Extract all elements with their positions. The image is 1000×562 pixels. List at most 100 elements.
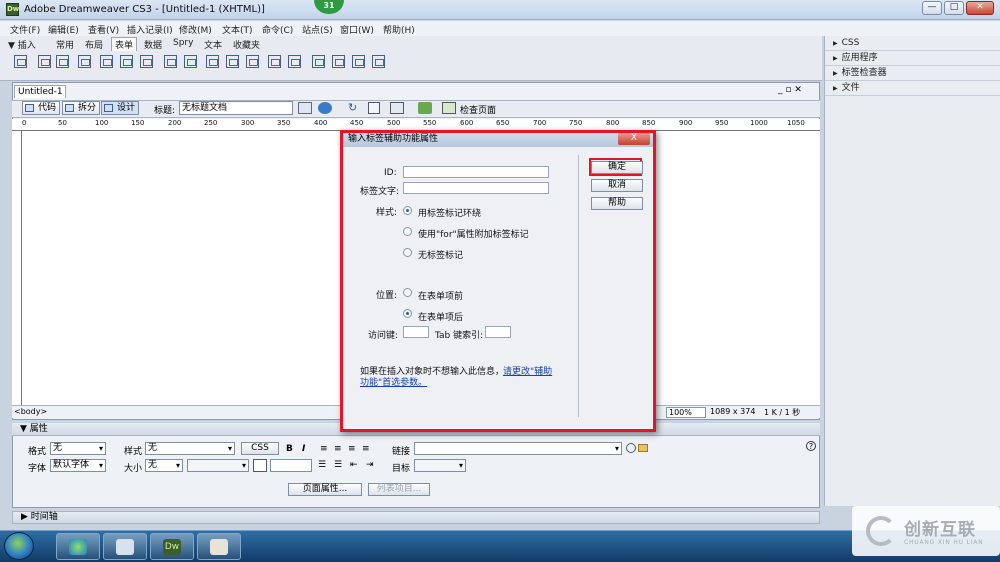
tab-data[interactable]: 数据	[144, 38, 162, 51]
hidden-field-icon[interactable]	[56, 55, 69, 68]
tab-text[interactable]: 文本	[204, 38, 222, 51]
link-input[interactable]	[414, 442, 622, 455]
file-field-icon[interactable]	[226, 55, 239, 68]
insert-panel-title[interactable]: ▼ 插入	[8, 38, 36, 51]
spry-validation-select-icon[interactable]	[332, 55, 345, 68]
help-icon[interactable]: ?	[806, 441, 816, 451]
italic-button[interactable]: I	[302, 444, 305, 454]
indent-icon[interactable]: ⇥	[366, 460, 374, 470]
jump-menu-icon[interactable]	[184, 55, 197, 68]
document-window-controls[interactable]: _ ▫ ✕	[778, 85, 802, 95]
window-size[interactable]: 1089 x 374	[710, 407, 755, 416]
menu-edit[interactable]: 编辑(E)	[48, 23, 79, 36]
tab-spry[interactable]: Spry	[173, 38, 193, 48]
view-options-icon[interactable]	[368, 102, 380, 114]
browse-folder-icon[interactable]	[638, 444, 648, 452]
tab-index-input[interactable]	[485, 326, 511, 338]
menu-help[interactable]: 帮助(H)	[383, 23, 415, 36]
tab-favorites[interactable]: 收藏夹	[233, 38, 260, 51]
menu-site[interactable]: 站点(S)	[302, 23, 333, 36]
menu-insert[interactable]: 插入记录(I)	[127, 23, 173, 36]
textarea-icon[interactable]	[78, 55, 91, 68]
align-left-icon[interactable]: ≡	[320, 444, 328, 454]
preferences-link-continued[interactable]: 功能"首选参数。	[360, 375, 427, 388]
split-view-button[interactable]: 拆分	[62, 101, 101, 115]
panel-css[interactable]: ▶ CSS	[825, 36, 1000, 51]
zoom-select[interactable]: 100%	[666, 407, 706, 418]
position-after-radio[interactable]	[403, 309, 412, 318]
css-button[interactable]: CSS	[241, 442, 279, 455]
style-wrap-radio[interactable]	[403, 206, 412, 215]
fieldset-icon[interactable]	[288, 55, 301, 68]
check-page-icon[interactable]	[442, 102, 456, 114]
tab-common[interactable]: 常用	[56, 38, 74, 51]
start-button[interactable]	[4, 532, 34, 560]
tab-forms[interactable]: 表单	[111, 37, 138, 51]
list-menu-icon[interactable]	[164, 55, 177, 68]
page-properties-button[interactable]: 页面属性...	[288, 483, 362, 496]
style-select[interactable]: 无	[145, 442, 235, 455]
cancel-button[interactable]: 取消	[591, 179, 643, 192]
tab-layout[interactable]: 布局	[85, 38, 103, 51]
check-page-button[interactable]: 检查页面	[460, 103, 496, 116]
position-before-radio[interactable]	[403, 288, 412, 297]
size-select[interactable]: 无	[145, 459, 183, 472]
panel-tag-inspector[interactable]: ▶ 标签检查器	[825, 66, 1000, 81]
id-input[interactable]	[403, 166, 549, 178]
taskbar-paint[interactable]	[197, 533, 241, 560]
menu-view[interactable]: 查看(V)	[88, 23, 119, 36]
tag-selector[interactable]: <body>	[14, 407, 47, 416]
justify-icon[interactable]: ≡	[362, 444, 370, 454]
text-field-icon[interactable]	[38, 55, 51, 68]
taskbar-explorer[interactable]	[103, 533, 147, 560]
file-management-icon[interactable]	[298, 102, 312, 114]
document-tab[interactable]: Untitled-1	[14, 85, 66, 98]
text-color-picker[interactable]	[253, 459, 267, 472]
align-center-icon[interactable]: ≡	[334, 444, 342, 454]
dialog-close-button[interactable]: X	[618, 133, 650, 145]
spry-validation-text-icon[interactable]	[312, 55, 325, 68]
ok-button[interactable]: 确定	[591, 161, 643, 174]
image-field-icon[interactable]	[206, 55, 219, 68]
refresh-icon[interactable]: ↻	[348, 101, 357, 114]
font-select[interactable]: 默认字体	[50, 459, 106, 472]
spry-validation-textarea-icon[interactable]	[372, 55, 385, 68]
taskbar-ie[interactable]	[56, 533, 100, 560]
visual-aids-icon[interactable]	[390, 102, 404, 114]
menu-commands[interactable]: 命令(C)	[262, 23, 293, 36]
bold-button[interactable]: B	[286, 444, 293, 454]
maximize-button[interactable]: □	[944, 1, 964, 15]
help-button[interactable]: 帮助	[591, 197, 643, 210]
taskbar-dreamweaver[interactable]: Dw	[150, 533, 194, 560]
menu-modify[interactable]: 修改(M)	[179, 23, 212, 36]
close-button[interactable]: ✕	[966, 1, 994, 15]
preferences-link[interactable]: 请更改"辅助	[503, 364, 552, 377]
target-select[interactable]	[414, 459, 466, 472]
menu-window[interactable]: 窗口(W)	[340, 23, 374, 36]
outdent-icon[interactable]: ⇤	[350, 460, 358, 470]
panel-files[interactable]: ▶ 文件	[825, 81, 1000, 96]
menu-file[interactable]: 文件(F)	[10, 23, 40, 36]
radio-button-icon[interactable]	[120, 55, 133, 68]
preview-browser-icon[interactable]	[318, 102, 332, 114]
format-select[interactable]: 无	[50, 442, 106, 455]
style-for-radio[interactable]	[403, 227, 412, 236]
ordered-list-icon[interactable]: ☰	[334, 460, 342, 470]
spry-validation-checkbox-icon[interactable]	[352, 55, 365, 68]
style-none-radio[interactable]	[403, 248, 412, 257]
validate-markup-icon[interactable]	[418, 102, 432, 114]
form-icon[interactable]	[14, 55, 27, 68]
unordered-list-icon[interactable]: ☰	[318, 460, 326, 470]
radio-group-icon[interactable]	[140, 55, 153, 68]
document-title-input[interactable]: 无标题文档	[179, 101, 293, 115]
minimize-button[interactable]: —	[922, 1, 942, 15]
label-icon[interactable]	[268, 55, 281, 68]
design-view-button[interactable]: 设计	[101, 101, 140, 115]
button-icon[interactable]	[246, 55, 259, 68]
point-to-file-icon[interactable]	[626, 443, 636, 453]
text-color-input[interactable]	[270, 459, 312, 472]
align-right-icon[interactable]: ≡	[348, 444, 356, 454]
label-text-input[interactable]	[403, 182, 549, 194]
checkbox-icon[interactable]	[100, 55, 113, 68]
access-key-input[interactable]	[403, 326, 429, 338]
